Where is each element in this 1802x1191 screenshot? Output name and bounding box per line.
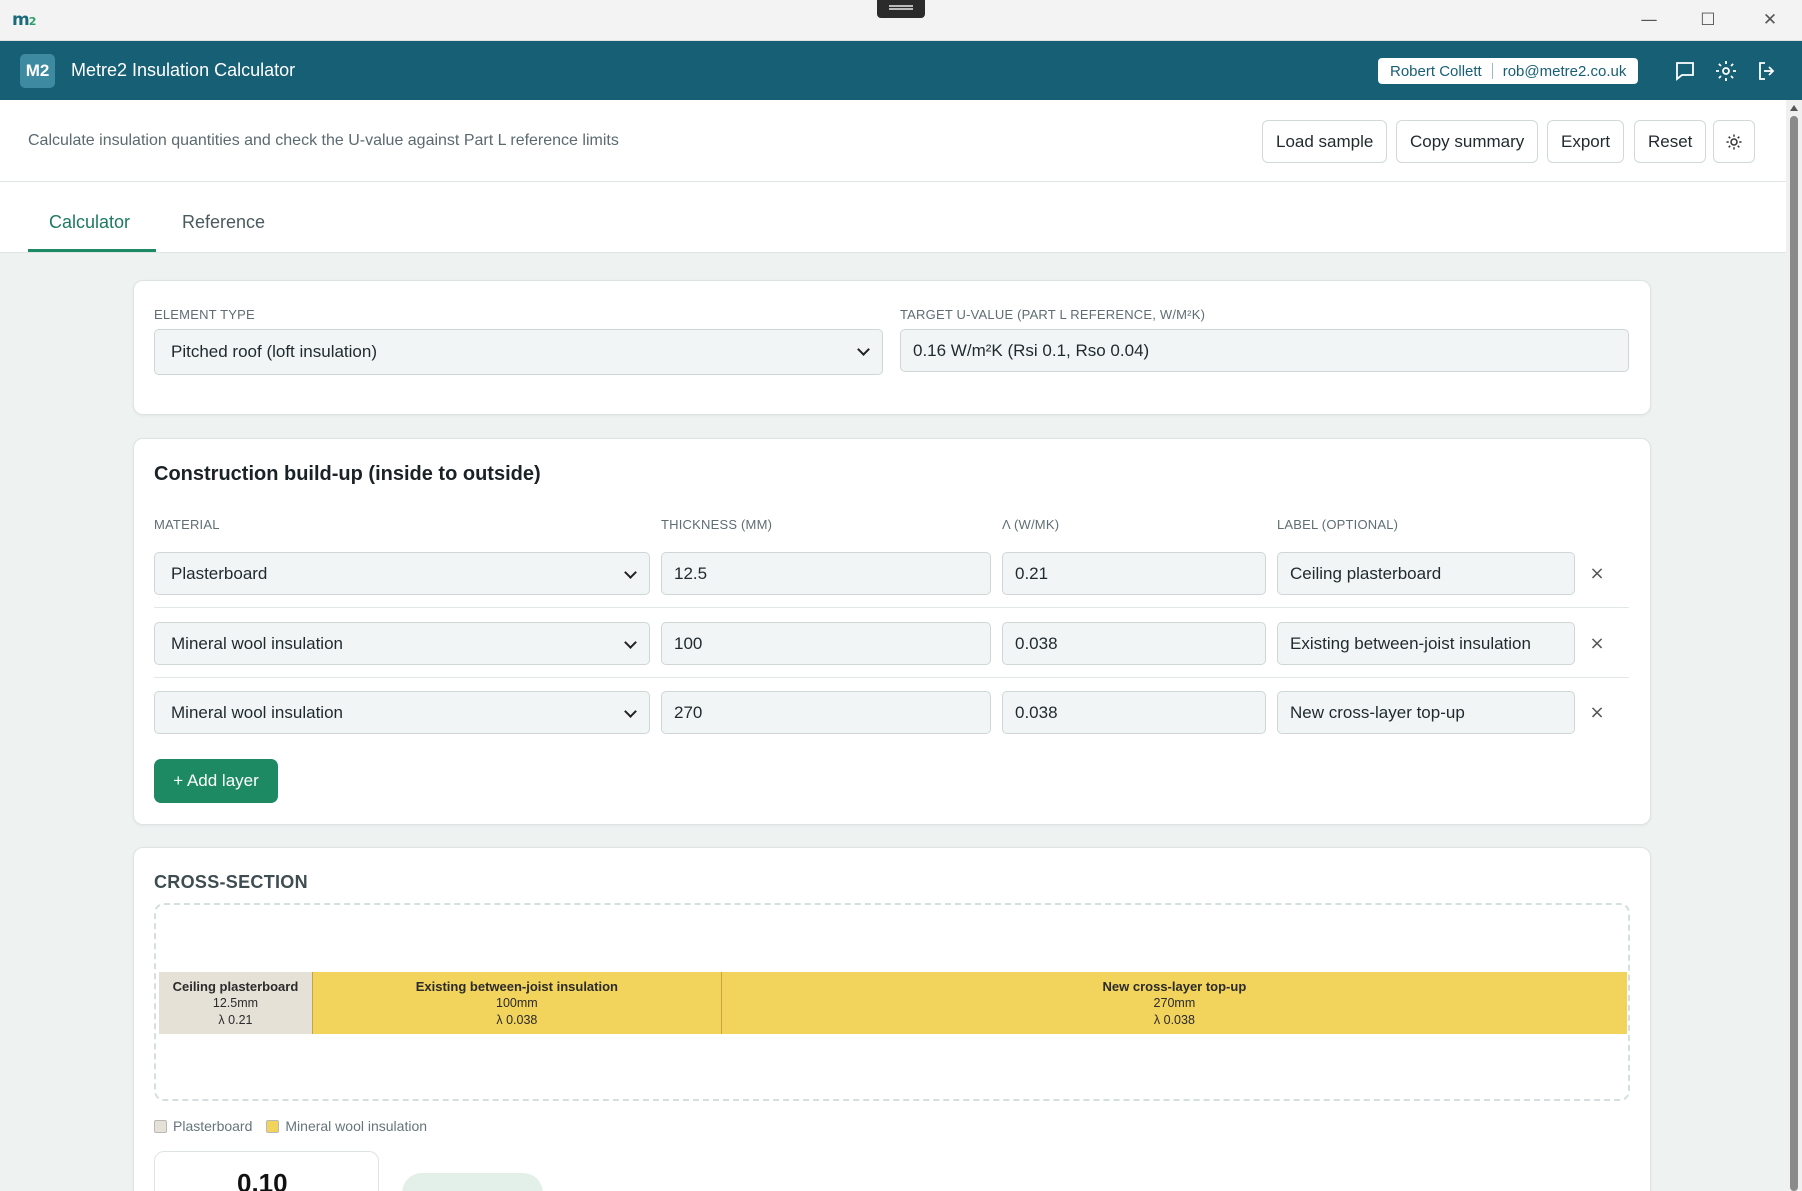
layer-2-thickness-input[interactable]: 100	[661, 622, 991, 665]
remove-layer-1-button[interactable]: ×	[1587, 563, 1607, 584]
close-window-button[interactable]: ✕	[1750, 6, 1790, 34]
element-type-label: ELEMENT TYPE	[154, 307, 255, 322]
chat-icon[interactable]	[1673, 59, 1697, 83]
scroll-thumb[interactable]	[1790, 116, 1798, 1191]
segment-name: New cross-layer top-up	[1102, 978, 1247, 994]
scroll-up-icon[interactable]	[1790, 105, 1798, 111]
add-layer-button[interactable]: + Add layer	[154, 759, 278, 803]
element-card: ELEMENT TYPE Pitched roof (loft insulati…	[133, 280, 1651, 415]
cross-section-segment: Ceiling plasterboard 12.5mm λ 0.21	[159, 972, 313, 1034]
lambda-column-header: Λ (W/MK)	[1002, 517, 1060, 532]
legend-swatch	[266, 1119, 280, 1133]
load-sample-button[interactable]: Load sample	[1262, 120, 1388, 163]
user-name: Robert Collett	[1390, 62, 1482, 80]
sun-icon	[1726, 134, 1742, 149]
tab-bar: Calculator Reference	[0, 182, 1786, 253]
segment-lambda: λ 0.21	[218, 1012, 253, 1027]
layer-3-lambda-input[interactable]: 0.038	[1002, 691, 1266, 734]
segment-thickness: 100mm	[496, 995, 538, 1010]
legend-item: Mineral wool insulation	[266, 1118, 427, 1134]
logout-icon[interactable]	[1755, 59, 1779, 83]
u-value-result-box: 0.10	[154, 1151, 379, 1191]
cross-section-legend: Plasterboard Mineral wool insulation	[154, 1118, 427, 1134]
drag-handle[interactable]	[877, 0, 925, 18]
layer-3-material-select[interactable]: Mineral wool insulation	[154, 691, 650, 734]
theme-toggle-button[interactable]	[1713, 120, 1755, 163]
app-title: Metre2 Insulation Calculator	[71, 60, 296, 80]
cross-section-card: CROSS-SECTION Ceiling plasterboard 12.5m…	[133, 847, 1651, 1191]
layer-1-label-input[interactable]: Ceiling plasterboard	[1277, 552, 1575, 595]
app-header: M2 Metre2 Insulation Calculator Robert C…	[0, 41, 1802, 100]
element-type-select[interactable]: Pitched roof (loft insulation)	[154, 329, 883, 375]
legend-swatch	[154, 1119, 167, 1133]
layer-3-label-input[interactable]: New cross-layer top-up	[1277, 691, 1575, 734]
cross-section-strip: Ceiling plasterboard 12.5mm λ 0.21 Exist…	[159, 972, 1627, 1034]
segment-name: Existing between-joist insulation	[415, 978, 618, 994]
remove-layer-3-button[interactable]: ×	[1587, 702, 1607, 723]
layer-2-label-input[interactable]: Existing between-joist insulation	[1277, 622, 1575, 665]
target-u-value-field[interactable]: 0.16 W/m²K (Rsi 0.1, Rso 0.04)	[900, 329, 1629, 372]
maximize-button[interactable]: ☐	[1688, 6, 1728, 34]
window-titlebar: m2 — ☐ ✕	[0, 0, 1802, 41]
label-column-header: LABEL (OPTIONAL)	[1277, 517, 1399, 532]
row-divider	[154, 677, 1629, 678]
cross-section-diagram: Ceiling plasterboard 12.5mm λ 0.21 Exist…	[154, 903, 1630, 1101]
remove-layer-2-button[interactable]: ×	[1587, 633, 1607, 654]
legend-label: Mineral wool insulation	[285, 1118, 428, 1134]
cross-section-segment: Existing between-joist insulation 100mm …	[312, 972, 722, 1034]
tab-calculator[interactable]: Calculator	[49, 212, 130, 233]
segment-thickness: 270mm	[1153, 995, 1196, 1010]
layer-1-lambda-input[interactable]: 0.21	[1002, 552, 1266, 595]
gear-icon[interactable]	[1714, 59, 1738, 83]
target-u-value-label: TARGET U-VALUE (PART L REFERENCE, W/M²K)	[900, 307, 1206, 322]
export-button[interactable]: Export	[1547, 120, 1625, 163]
layer-2-material-select[interactable]: Mineral wool insulation	[154, 622, 650, 665]
layer-3-thickness-input[interactable]: 270	[661, 691, 991, 734]
user-email: rob@metre2.co.uk	[1502, 62, 1627, 80]
segment-thickness: 12.5mm	[212, 995, 259, 1010]
status-badge	[402, 1173, 543, 1191]
material-column-header: MATERIAL	[154, 517, 220, 532]
toolbar: Calculate insulation quantities and chec…	[0, 100, 1786, 182]
segment-name: Ceiling plasterboard	[172, 978, 299, 994]
brand-badge: M2	[20, 54, 55, 88]
active-tab-indicator	[28, 249, 156, 252]
page-description: Calculate insulation quantities and chec…	[28, 132, 619, 149]
buildup-card: Construction build-up (inside to outside…	[133, 438, 1651, 825]
divider	[1491, 63, 1493, 79]
row-divider	[154, 607, 1629, 608]
segment-lambda: λ 0.038	[496, 1012, 538, 1027]
copy-summary-button[interactable]: Copy summary	[1396, 120, 1539, 163]
thickness-column-header: THICKNESS (MM)	[661, 517, 773, 532]
legend-label: Plasterboard	[173, 1118, 253, 1134]
legend-item: Plasterboard	[154, 1118, 252, 1134]
layer-1-thickness-input[interactable]: 12.5	[661, 552, 991, 595]
u-value-result: 0.10	[237, 1168, 288, 1191]
scrollbar[interactable]	[1786, 100, 1802, 1191]
minimize-button[interactable]: —	[1629, 6, 1669, 34]
layer-1-material-select[interactable]: Plasterboard	[154, 552, 650, 595]
segment-lambda: λ 0.038	[1153, 1012, 1195, 1027]
app-logo-icon: m2	[12, 10, 36, 30]
layer-2-lambda-input[interactable]: 0.038	[1002, 622, 1266, 665]
cross-section-segment: New cross-layer top-up 270mm λ 0.038	[721, 972, 1627, 1034]
user-chip[interactable]: Robert Collett rob@metre2.co.uk	[1378, 58, 1639, 84]
tab-reference[interactable]: Reference	[182, 212, 265, 233]
cross-section-title: CROSS-SECTION	[154, 872, 308, 892]
buildup-title: Construction build-up (inside to outside…	[154, 463, 541, 485]
reset-button[interactable]: Reset	[1634, 120, 1707, 163]
